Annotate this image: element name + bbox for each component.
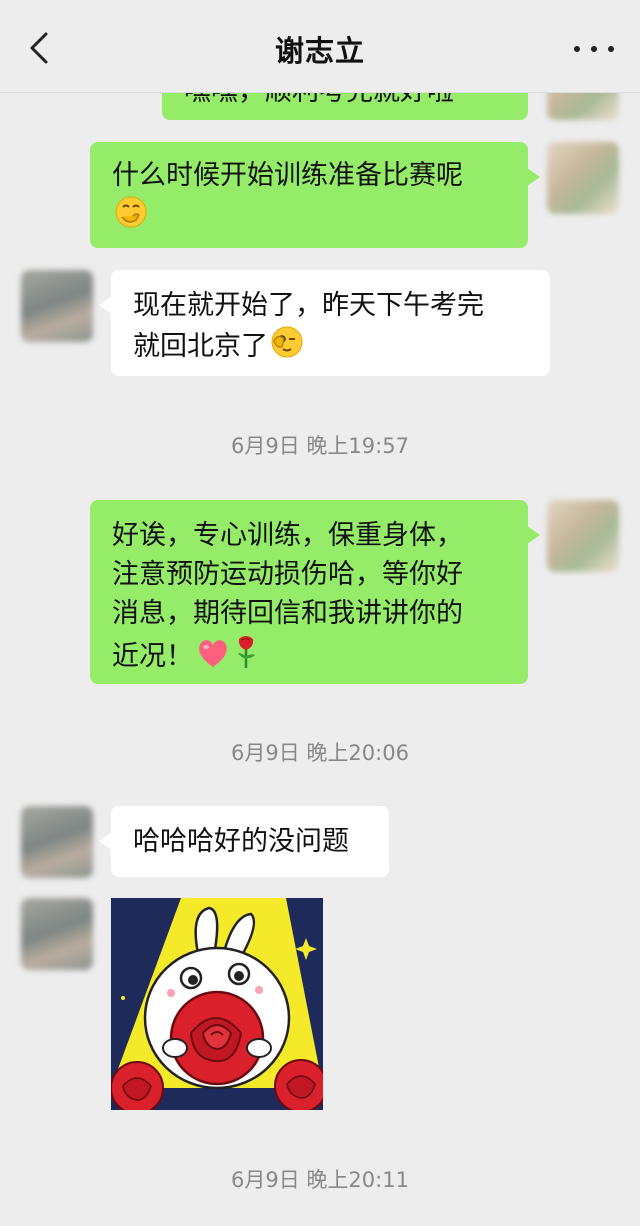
message-timestamp: 6月9日 晚上20:11 <box>231 1168 409 1192</box>
heart-emoji <box>199 640 227 667</box>
message-timestamp: 6月9日 晚上20:06 <box>231 741 409 765</box>
contact-avatar[interactable] <box>21 806 93 878</box>
bunny-rose-sticker[interactable] <box>111 898 323 1110</box>
message-text: 什么时候开始训练准备比赛呢 <box>112 160 463 191</box>
message-text: 近况！ <box>112 641 193 672</box>
message-bubble-sent[interactable]: 好诶，专心训练，保重身体， 注意预防运动损伤哈，等你好 消息，期待回信和我讲讲你… <box>90 500 540 684</box>
my-avatar[interactable] <box>547 500 619 572</box>
chat-area[interactable]: 嘿嘿，顺利考完就好啦 什么时候开始训练准备比赛呢 现在就开始了，昨天下午考完 就… <box>0 0 640 1226</box>
message-bubble-sent[interactable]: 什么时候开始训练准备比赛呢 <box>90 142 540 248</box>
message-bubble-received[interactable]: 哈哈哈好的没问题 <box>99 806 389 877</box>
message-timestamp: 6月9日 晚上19:57 <box>231 434 409 458</box>
message-text: 哈哈哈好的没问题 <box>133 826 349 857</box>
message-text: 现在就开始了，昨天下午考完 <box>133 290 484 321</box>
face-hand-over-mouth-emoji <box>115 196 147 228</box>
chat-title: 谢志立 <box>274 34 365 68</box>
rose-emoji <box>238 636 255 668</box>
more-icon[interactable] <box>570 32 618 64</box>
chat-header: 谢志立 <box>0 0 640 93</box>
contact-avatar[interactable] <box>21 270 93 342</box>
message-bubble-received[interactable]: 现在就开始了，昨天下午考完 就回北京了 <box>99 270 550 376</box>
message-text: 注意预防运动损伤哈，等你好 <box>112 559 463 590</box>
message-text: 消息，期待回信和我讲讲你的 <box>112 598 463 629</box>
message-text: 好诶，专心训练，保重身体， <box>112 520 463 551</box>
message-text: 就回北京了 <box>133 331 268 362</box>
contact-avatar[interactable] <box>21 898 93 970</box>
my-avatar[interactable] <box>547 142 619 214</box>
wink-emoji <box>271 326 303 358</box>
